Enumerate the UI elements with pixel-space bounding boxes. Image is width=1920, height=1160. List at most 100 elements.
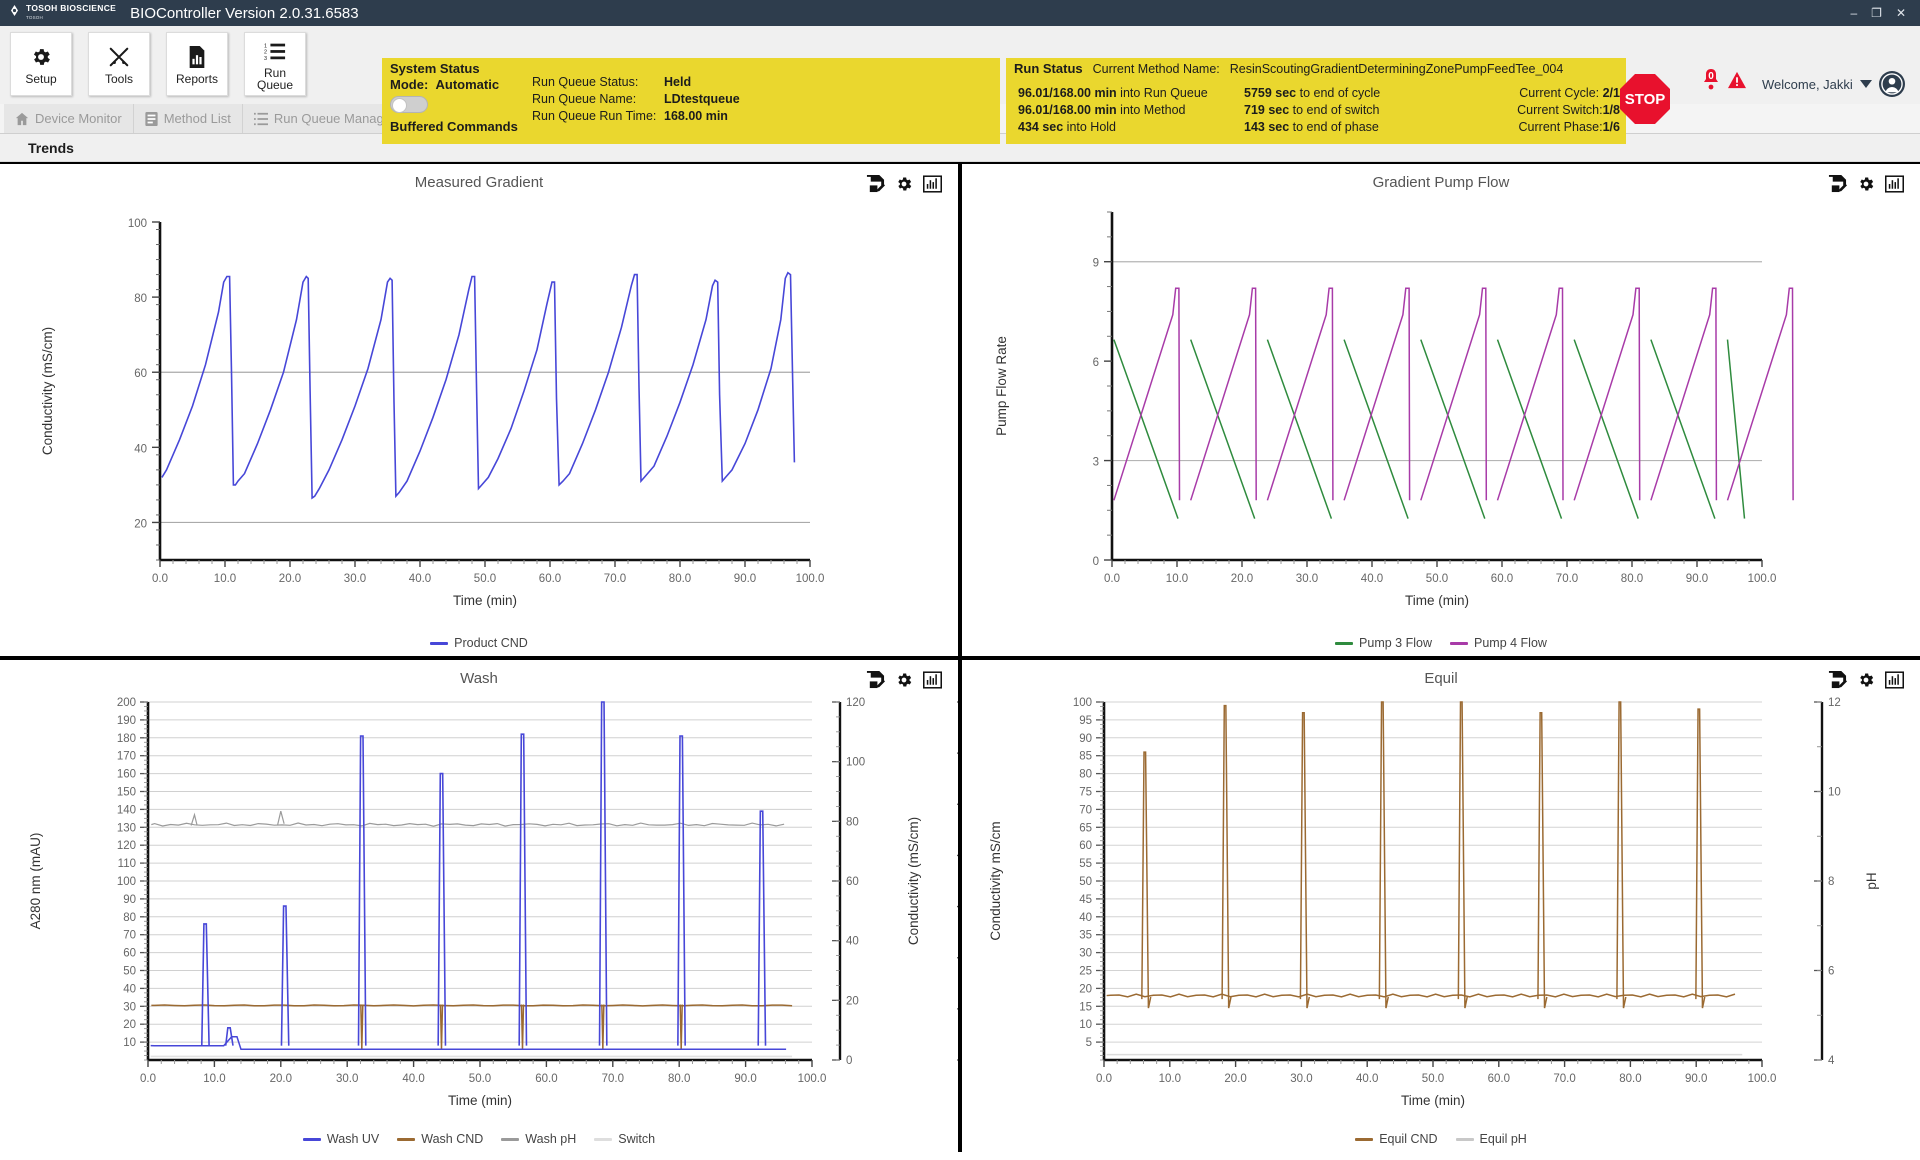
svg-text:90.0: 90.0: [734, 573, 756, 585]
setup-button[interactable]: Setup: [10, 32, 72, 96]
gear-icon[interactable]: [1857, 175, 1875, 193]
save-edit-icon[interactable]: [1828, 174, 1847, 193]
save-edit-icon[interactable]: [866, 174, 885, 193]
svg-text:70.0: 70.0: [604, 573, 626, 585]
chart-settings-icon[interactable]: [1885, 174, 1904, 193]
svg-text:30.0: 30.0: [344, 573, 366, 585]
title-bar: TOSOH BIOSCIENCE TOSOH BIOController Ver…: [0, 0, 1920, 26]
maximize-icon[interactable]: ❐: [1871, 6, 1882, 20]
gear-icon[interactable]: [895, 175, 913, 193]
gear-icon[interactable]: [895, 671, 913, 689]
svg-text:60.0: 60.0: [1491, 573, 1513, 585]
tab-device-monitor[interactable]: Device Monitor: [4, 104, 134, 133]
svg-text:180: 180: [117, 733, 136, 745]
run-queue-button[interactable]: 123 Run Queue: [244, 32, 306, 96]
svg-text:60: 60: [123, 948, 136, 960]
tab-label: Device Monitor: [35, 111, 122, 126]
tools-label: Tools: [104, 71, 133, 86]
method-progress-label: into Method: [1116, 103, 1186, 117]
svg-text:Time (min): Time (min): [1401, 1093, 1465, 1108]
warning-icon[interactable]: [1728, 71, 1746, 89]
legend-label: Product CND: [454, 636, 528, 650]
run-queue-name-value: LDtestqueue: [664, 92, 740, 106]
tab-label: Method List: [163, 111, 231, 126]
user-menu[interactable]: Welcome, Jakki: [1762, 71, 1905, 97]
svg-text:2: 2: [264, 49, 267, 55]
svg-text:60.0: 60.0: [535, 1073, 557, 1085]
legend-item: Wash CND: [397, 1132, 483, 1146]
svg-text:10.0: 10.0: [214, 573, 236, 585]
chart-settings-icon[interactable]: [923, 174, 942, 193]
welcome-label: Welcome, Jakki: [1762, 76, 1853, 92]
current-switch-value: 1/8: [1602, 103, 1620, 117]
chart-toolbar: [1828, 174, 1904, 193]
reports-label: Reports: [175, 71, 219, 86]
legend-swatch: [1355, 1137, 1374, 1141]
svg-text:70.0: 70.0: [602, 1073, 624, 1085]
panel-measured-gradient: Measured Gradient 20 40 60 80 100 0.0 10.0 20.0…: [0, 164, 958, 656]
svg-text:150: 150: [117, 787, 136, 799]
legend-item: Wash UV: [302, 1132, 379, 1146]
svg-text:200: 200: [117, 697, 136, 709]
svg-text:10.0: 10.0: [203, 1073, 225, 1085]
chart-legend: Product CND: [0, 636, 958, 650]
gear-icon[interactable]: [1857, 671, 1875, 689]
svg-text:40.0: 40.0: [402, 1073, 424, 1085]
chart-settings-icon[interactable]: [1885, 670, 1904, 689]
chart-legend: Wash UV Wash CND Wash pH Switch: [0, 1132, 958, 1146]
svg-text:75: 75: [1079, 787, 1092, 799]
switch-remaining-label: to end of switch: [1289, 103, 1380, 117]
svg-text:160: 160: [117, 769, 136, 781]
svg-text:100: 100: [117, 876, 136, 888]
tab-method-list[interactable]: Method List: [133, 104, 243, 133]
stop-button[interactable]: STOP: [1620, 74, 1670, 124]
tools-button[interactable]: Tools: [88, 32, 150, 96]
svg-text:20.0: 20.0: [279, 573, 301, 585]
svg-text:130: 130: [117, 822, 136, 834]
save-edit-icon[interactable]: [866, 670, 885, 689]
main-toolbar: Setup Tools Reports 123 Run Queue System…: [0, 26, 1920, 144]
svg-text:60: 60: [1079, 840, 1092, 852]
svg-text:3: 3: [264, 56, 267, 61]
current-cycle-label: Current Cycle:: [1519, 86, 1603, 100]
svg-text:Conductivity mS/cm: Conductivity mS/cm: [988, 821, 1003, 940]
svg-text:100: 100: [128, 218, 147, 230]
svg-text:60: 60: [134, 368, 147, 380]
cycle-remaining-label: to end of cycle: [1296, 86, 1381, 100]
avatar[interactable]: [1878, 71, 1905, 97]
system-status-rows: Run Queue Status: Held Run Queue Name: LDt…: [532, 74, 740, 125]
setup-label: Setup: [25, 71, 57, 86]
svg-text:pH: pH: [1864, 872, 1879, 889]
status-row: Run Queue Status: Held: [532, 74, 740, 91]
svg-text:90.0: 90.0: [734, 1073, 756, 1085]
run-queue-run-time-label: Run Queue Run Time:: [532, 109, 657, 123]
svg-text:30.0: 30.0: [1290, 1073, 1312, 1085]
reports-button[interactable]: Reports: [166, 32, 228, 96]
svg-text:65: 65: [1079, 822, 1092, 834]
svg-text:Time (min): Time (min): [1405, 593, 1469, 608]
svg-text:40.0: 40.0: [1361, 573, 1383, 585]
svg-text:0.0: 0.0: [1096, 1073, 1112, 1085]
legend-swatch: [430, 641, 449, 645]
svg-text:95: 95: [1079, 715, 1092, 727]
current-method-label: Current Method Name:: [1092, 62, 1220, 76]
svg-text:80: 80: [123, 912, 136, 924]
minimize-icon[interactable]: –: [1850, 6, 1857, 20]
svg-text:100.0: 100.0: [1748, 1073, 1777, 1085]
legend-label: Pump 3 Flow: [1359, 636, 1432, 650]
panel-wash: Wash 10 20 30 40 50 60 70 80 90 100 110 120 130 140 15…: [0, 660, 958, 1152]
svg-text:70: 70: [1079, 804, 1092, 816]
panel-equil: Equil 5 10 15 20 25 30 35 40 45 50 55 60 65 70 75 80 85 9…: [962, 660, 1920, 1152]
gear-icon: [30, 44, 52, 70]
save-edit-icon[interactable]: [1828, 670, 1847, 689]
svg-text:1: 1: [264, 43, 267, 49]
chart-title: Wash: [460, 670, 498, 687]
mode-toggle[interactable]: [390, 96, 428, 113]
close-icon[interactable]: ✕: [1896, 6, 1906, 20]
chart-settings-icon[interactable]: [923, 670, 942, 689]
chevron-down-icon[interactable]: [1859, 80, 1872, 88]
notification-bell-icon[interactable]: 0: [1700, 68, 1722, 92]
legend-swatch: [1335, 641, 1354, 645]
svg-text:6: 6: [1093, 357, 1099, 369]
tab-label: Run Queue Manager: [273, 111, 396, 126]
